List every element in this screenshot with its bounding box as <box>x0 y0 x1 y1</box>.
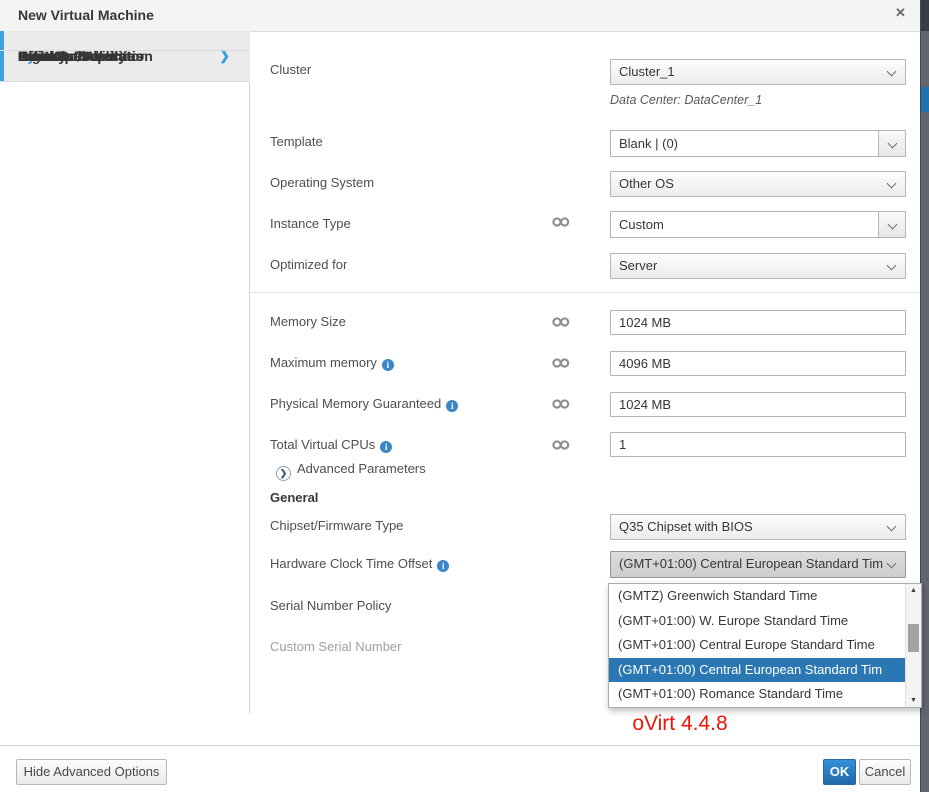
hide-advanced-options-button[interactable]: Hide Advanced Options <box>16 759 167 785</box>
chevron-down-icon <box>887 559 897 569</box>
close-icon[interactable]: ✕ <box>895 5 906 21</box>
chipset-value: Q35 Chipset with BIOS <box>619 519 753 534</box>
custom-serial-number-label: Custom Serial Number <box>270 639 402 654</box>
cluster-select[interactable]: Cluster_1 <box>610 59 906 85</box>
chain-link-icon <box>552 216 570 228</box>
maximum-memory-label-text: Maximum memory <box>270 355 377 370</box>
maximum-memory-label: Maximum memory i <box>270 355 394 371</box>
info-icon[interactable]: i <box>382 359 394 371</box>
info-icon[interactable]: i <box>446 400 458 412</box>
timezone-option-selected[interactable]: (GMT+01:00) Central European Standard Ti… <box>609 658 906 683</box>
maximum-memory-input[interactable] <box>610 351 906 376</box>
background-selected-row-sliver <box>921 87 929 112</box>
instance-type-caret-button[interactable] <box>878 212 905 237</box>
instance-type-select[interactable]: Custom <box>610 211 906 238</box>
section-divider <box>250 292 920 293</box>
total-virtual-cpus-label-text: Total Virtual CPUs <box>270 437 375 452</box>
hardware-clock-value: (GMT+01:00) Central European Standard Ti… <box>619 556 883 571</box>
instance-type-value: Custom <box>611 212 905 237</box>
serial-number-policy-label: Serial Number Policy <box>270 598 391 613</box>
timezone-option[interactable]: (GMTZ) Greenwich Standard Time <box>609 584 906 609</box>
chevron-down-icon <box>888 220 898 230</box>
instance-type-label: Instance Type <box>270 216 351 231</box>
hardware-clock-label-text: Hardware Clock Time Offset <box>270 556 432 571</box>
physical-memory-guaranteed-label-text: Physical Memory Guaranteed <box>270 396 441 411</box>
hardware-clock-label: Hardware Clock Time Offset i <box>270 556 449 572</box>
physical-memory-guaranteed-label: Physical Memory Guaranteed i <box>270 396 458 412</box>
template-value: Blank | (0) <box>611 131 905 156</box>
memory-size-label: Memory Size <box>270 314 346 329</box>
chevron-down-icon <box>887 261 897 271</box>
scrollbar-thumb[interactable] <box>908 624 919 652</box>
operating-system-label: Operating System <box>270 175 374 190</box>
timezone-option[interactable]: (GMT+01:00) Central Europe Standard Time <box>609 633 906 658</box>
total-virtual-cpus-label: Total Virtual CPUs i <box>270 437 392 453</box>
info-icon[interactable]: i <box>380 441 392 453</box>
cluster-value: Cluster_1 <box>619 64 675 79</box>
chipset-select[interactable]: Q35 Chipset with BIOS <box>610 514 906 540</box>
template-select[interactable]: Blank | (0) <box>610 130 906 157</box>
chain-link-icon <box>552 316 570 328</box>
template-label: Template <box>270 134 323 149</box>
chevron-down-icon <box>887 179 897 189</box>
memory-size-input[interactable] <box>610 310 906 335</box>
optimized-for-value: Server <box>619 258 657 273</box>
cancel-button[interactable]: Cancel <box>859 759 911 785</box>
chain-link-icon <box>552 439 570 451</box>
info-icon[interactable]: i <box>437 560 449 572</box>
template-caret-button[interactable] <box>878 131 905 156</box>
general-section-title: General <box>270 490 318 505</box>
total-virtual-cpus-input[interactable] <box>610 432 906 457</box>
dropdown-scrollbar[interactable]: ▲ ▼ <box>905 584 921 707</box>
optimized-for-select[interactable]: Server <box>610 253 906 279</box>
chevron-down-icon <box>888 139 898 149</box>
new-vm-dialog: New Virtual Machine ✕ General System❯ In… <box>0 0 929 792</box>
chipset-label: Chipset/Firmware Type <box>270 518 403 533</box>
timezone-option[interactable]: (GMT+01:00) W. Europe Standard Time <box>609 609 906 634</box>
data-center-subtext: Data Center: DataCenter_1 <box>610 93 762 107</box>
background-page-edge-top <box>921 0 929 31</box>
dialog-sidebar: General System❯ Initial Run Console Host… <box>0 31 250 713</box>
physical-memory-guaranteed-input[interactable] <box>610 392 906 417</box>
chevron-down-icon <box>887 522 897 532</box>
operating-system-value: Other OS <box>619 176 674 191</box>
advanced-parameters-expander[interactable]: ❯ Advanced Parameters <box>276 461 426 481</box>
sidebar-filler <box>0 31 250 51</box>
scroll-down-icon[interactable]: ▼ <box>906 694 921 707</box>
ovirt-version-text: oVirt 4.4.8 <box>560 712 800 736</box>
timezone-option[interactable]: (GMT+01:00) Romance Standard Time <box>609 682 906 707</box>
chain-link-icon <box>552 357 570 369</box>
cluster-label: Cluster <box>270 62 311 77</box>
scroll-up-icon[interactable]: ▲ <box>906 584 921 597</box>
chain-link-icon <box>552 398 570 410</box>
dialog-title: New Virtual Machine <box>18 7 154 23</box>
advanced-parameters-label: Advanced Parameters <box>297 461 426 476</box>
optimized-for-label: Optimized for <box>270 257 347 272</box>
timezone-dropdown-list: (GMTZ) Greenwich Standard Time (GMT+01:0… <box>608 583 922 708</box>
chevron-down-icon <box>887 67 897 77</box>
ok-button[interactable]: OK <box>823 759 856 785</box>
hardware-clock-select[interactable]: (GMT+01:00) Central European Standard Ti… <box>610 551 906 578</box>
footer-divider <box>0 745 920 746</box>
chevron-circle-icon: ❯ <box>276 466 291 481</box>
operating-system-select[interactable]: Other OS <box>610 171 906 197</box>
